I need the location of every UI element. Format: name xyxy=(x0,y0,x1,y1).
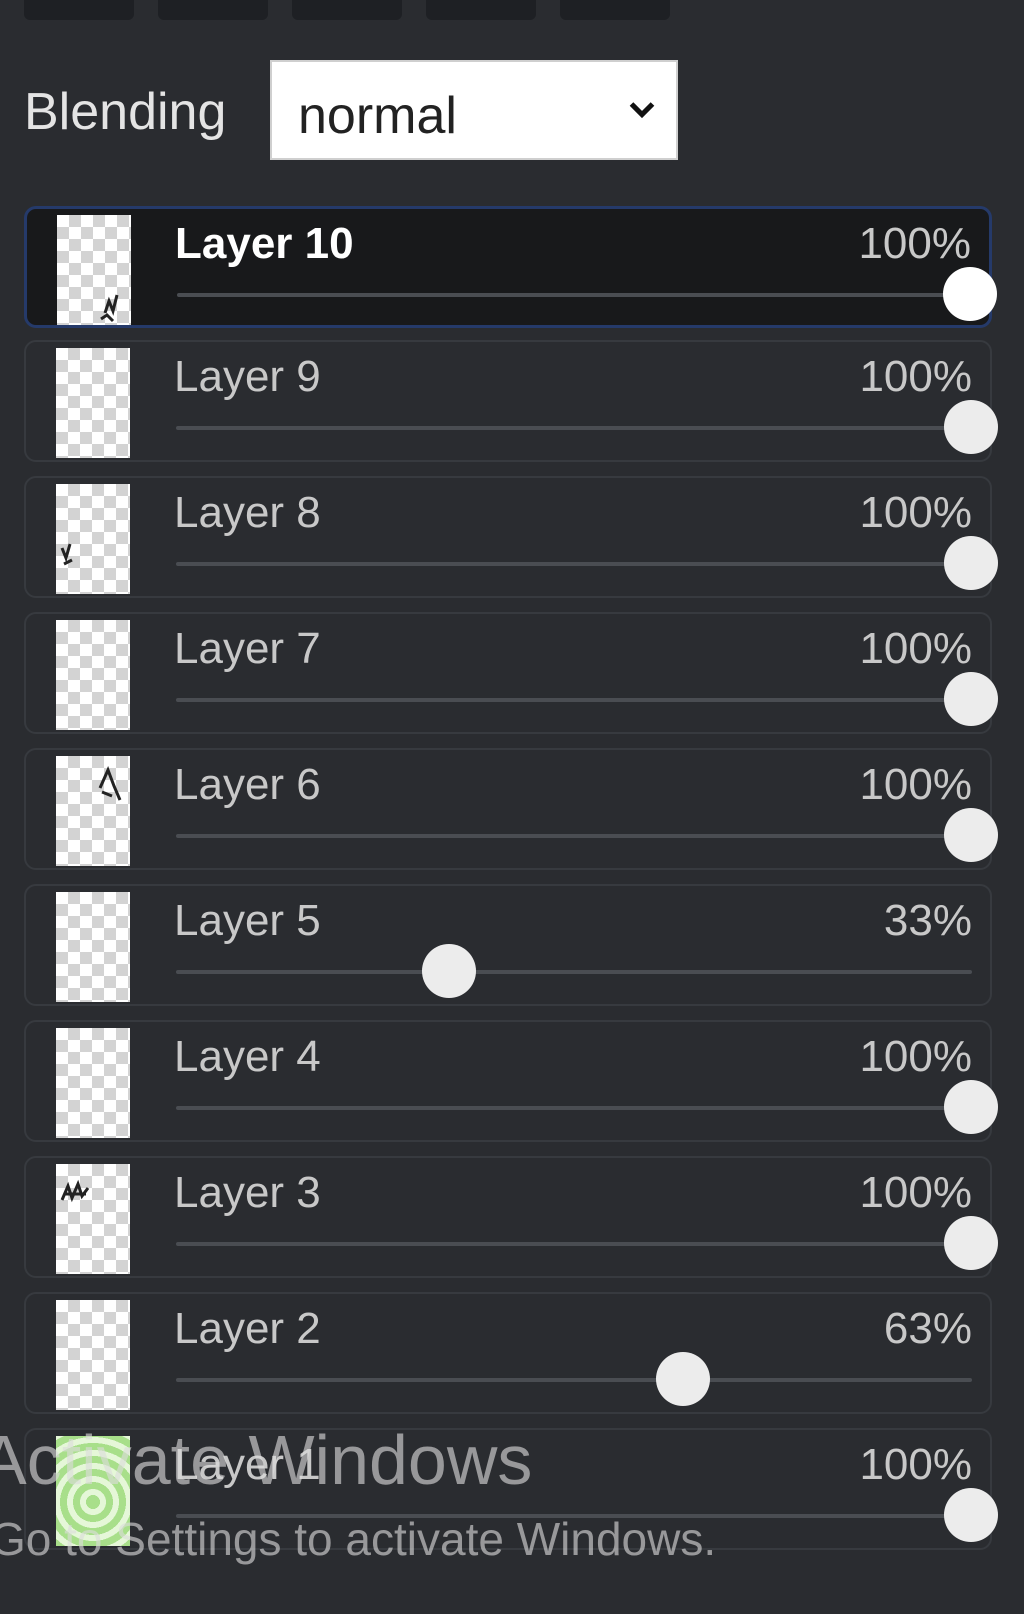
opacity-slider[interactable] xyxy=(177,267,997,321)
opacity-slider[interactable] xyxy=(176,672,998,726)
layer-thumbnail xyxy=(56,1164,130,1274)
layer-opacity: 100% xyxy=(859,624,972,673)
layer-thumbnail xyxy=(56,1300,130,1410)
toolbar-tab[interactable] xyxy=(560,0,670,20)
layer-row[interactable]: Layer 7 100% xyxy=(24,612,998,734)
toolbar-tab[interactable] xyxy=(158,0,268,20)
blending-select[interactable]: normal xyxy=(270,60,678,160)
opacity-slider-knob[interactable] xyxy=(943,1488,998,1542)
layer-row[interactable]: Layer 4 100% xyxy=(24,1020,998,1142)
opacity-slider[interactable] xyxy=(176,808,998,862)
opacity-slider-knob[interactable] xyxy=(943,808,998,862)
layer-opacity: 100% xyxy=(859,488,972,537)
layer-thumbnail xyxy=(56,756,130,866)
chevron-down-icon xyxy=(629,102,655,119)
layer-opacity: 63% xyxy=(883,1304,972,1353)
toolbar-tab[interactable] xyxy=(292,0,402,20)
layer-thumbnail xyxy=(57,215,131,325)
layer-row[interactable]: Layer 5 33% xyxy=(24,884,992,1006)
layer-thumbnail xyxy=(56,892,130,1002)
layer-name: Layer 3 xyxy=(174,1168,321,1217)
blending-label: Blending xyxy=(24,83,227,141)
layer-opacity: 100% xyxy=(859,352,972,401)
opacity-slider-knob[interactable] xyxy=(943,400,998,454)
opacity-slider[interactable] xyxy=(176,536,998,590)
layer-name: Layer 2 xyxy=(174,1304,321,1353)
layer-row[interactable]: Layer 2 63% xyxy=(24,1292,992,1414)
opacity-slider[interactable] xyxy=(176,1216,998,1270)
opacity-slider[interactable] xyxy=(176,400,998,454)
layer-opacity: 100% xyxy=(858,219,971,268)
activate-windows-subtitle: Go to Settings to activate Windows. xyxy=(0,1513,717,1565)
opacity-slider-knob[interactable] xyxy=(422,944,476,998)
layer-row[interactable]: Layer 6 100% xyxy=(24,748,998,870)
activate-windows-title: Activate Windows xyxy=(0,1421,533,1499)
toolbar-tab[interactable] xyxy=(24,0,134,20)
layer-name: Layer 9 xyxy=(174,352,321,401)
blending-value: normal xyxy=(298,87,457,145)
layer-name: Layer 8 xyxy=(174,488,321,537)
opacity-slider[interactable] xyxy=(176,1352,972,1406)
layer-row[interactable]: Layer 10 100% xyxy=(24,206,997,328)
opacity-slider[interactable] xyxy=(176,1080,998,1134)
layer-name: Layer 7 xyxy=(174,624,321,673)
opacity-slider-knob[interactable] xyxy=(943,1080,998,1134)
layer-thumbnail xyxy=(56,348,130,458)
layer-row[interactable]: Layer 9 100% xyxy=(24,340,998,462)
layer-name: Layer 5 xyxy=(174,896,321,945)
opacity-slider-knob[interactable] xyxy=(942,267,997,321)
opacity-slider-knob[interactable] xyxy=(943,536,998,590)
layer-opacity: 33% xyxy=(883,896,972,945)
opacity-slider-knob[interactable] xyxy=(655,1352,710,1406)
layer-opacity: 100% xyxy=(859,1168,972,1217)
layer-thumbnail xyxy=(56,484,130,594)
layer-opacity: 100% xyxy=(859,760,972,809)
layer-name: Layer 10 xyxy=(175,219,354,268)
layer-name: Layer 4 xyxy=(174,1032,321,1081)
layer-name: Layer 6 xyxy=(174,760,321,809)
opacity-slider-knob[interactable] xyxy=(943,672,998,726)
layer-row[interactable]: Layer 8 100% xyxy=(24,476,998,598)
opacity-slider-knob[interactable] xyxy=(943,1216,998,1270)
layer-opacity: 100% xyxy=(859,1440,972,1489)
toolbar-tab[interactable] xyxy=(426,0,536,20)
layer-row[interactable]: Layer 3 100% xyxy=(24,1156,998,1278)
layer-thumbnail xyxy=(56,1028,130,1138)
layer-opacity: 100% xyxy=(859,1032,972,1081)
layer-thumbnail xyxy=(56,620,130,730)
opacity-slider[interactable] xyxy=(176,944,972,998)
